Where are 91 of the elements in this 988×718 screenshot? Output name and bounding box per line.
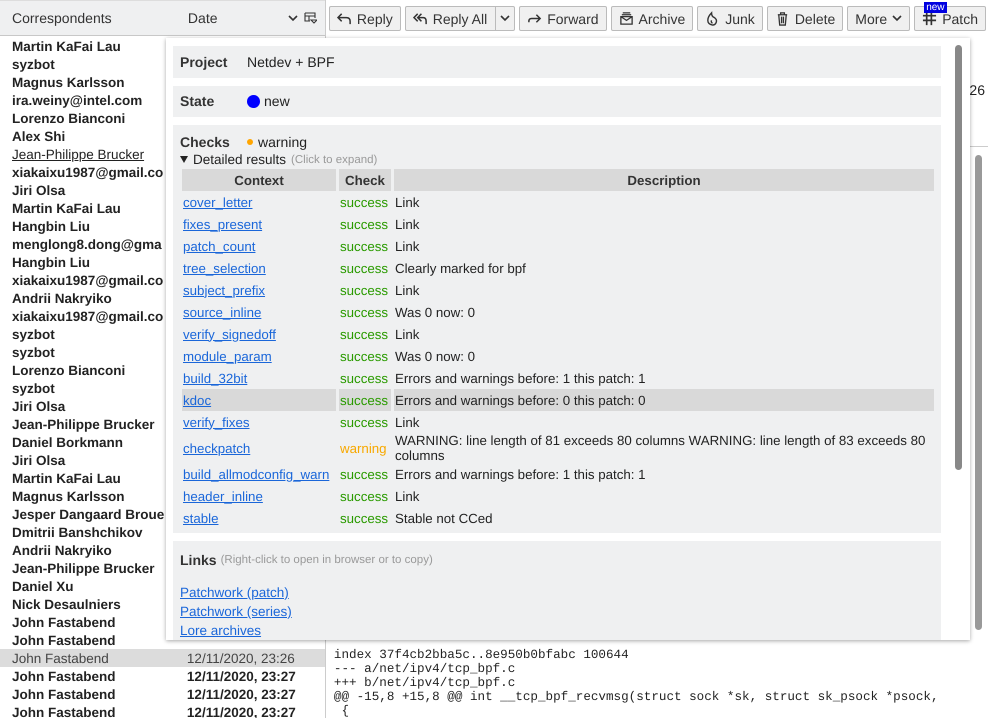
check-status: success: [340, 216, 388, 232]
chevron-down-icon: [892, 15, 902, 22]
new-badge: new: [924, 2, 947, 13]
code-line: --- a/net/ipv4/tcp_bpf.c: [334, 662, 516, 676]
check-description: WARNING: line length of 81 exceeds 80 columns WARNING: line length of 83 exceeds 80 columns: [395, 433, 926, 463]
field-value: new: [264, 93, 290, 110]
grid-icon: [922, 11, 938, 26]
check-link[interactable]: build_allmodconfig_warn: [183, 466, 330, 482]
archive-icon: [618, 11, 634, 26]
check-description: Was 0 now: 0: [395, 304, 476, 320]
check-link[interactable]: cover_letter: [183, 194, 252, 210]
check-description: Errors and warnings before: 0 this patch: 0: [395, 392, 646, 408]
check-status: success: [340, 488, 388, 504]
check-status: success: [340, 238, 388, 254]
check-link[interactable]: stable: [183, 510, 218, 526]
check-status: warning: [340, 440, 387, 456]
check-link[interactable]: subject_prefix: [183, 282, 266, 298]
field-label: Project: [180, 54, 228, 70]
check-link[interactable]: checkpatch: [183, 440, 250, 456]
message-row[interactable]: John Fastabend 12/11/2020, 23:26: [0, 649, 325, 667]
check-description: Link: [395, 216, 420, 232]
check-status: success: [340, 370, 388, 386]
reply-all-icon: [412, 11, 428, 26]
reply-button[interactable]: Reply: [328, 6, 401, 31]
column-header: Check: [339, 169, 391, 191]
check-status: success: [340, 282, 388, 298]
chevron-down-icon[interactable]: [500, 15, 510, 22]
check-link[interactable]: build_32bit: [183, 370, 248, 386]
link[interactable]: Patchwork (series): [180, 602, 292, 621]
message-row[interactable]: John Fastabend 12/11/2020, 23:27: [0, 685, 325, 703]
check-status: success: [340, 304, 388, 320]
check-description: Errors and warnings before: 1 this patch: 1: [395, 370, 646, 386]
hint-text: (Right-click to open in browser or to copy): [220, 554, 433, 566]
more-button[interactable]: More: [847, 6, 910, 31]
link[interactable]: Patchwork (patch): [180, 583, 289, 602]
check-status: success: [340, 260, 388, 276]
check-link[interactable]: verify_signedoff: [183, 326, 276, 342]
check-status: success: [340, 510, 388, 526]
code-line: @@ -15,8 +15,8 @@ int __tcp_bpf_recvmsg(struct sock *sk, struct sk_psock *psock,: [334, 690, 940, 704]
field-label: Links: [180, 552, 217, 568]
header-text: 26: [969, 82, 985, 98]
scrollbar-thumb[interactable]: [975, 155, 982, 630]
reply-icon: [336, 11, 352, 26]
archive-button[interactable]: Archive: [610, 6, 694, 31]
delete-button[interactable]: Delete: [766, 6, 844, 31]
column-picker-icon[interactable]: [304, 12, 317, 24]
check-link[interactable]: module_param: [183, 348, 272, 364]
code-line: {: [340, 704, 350, 718]
column-header: Description: [394, 169, 934, 191]
check-description: Clearly marked for bpf: [395, 260, 526, 276]
column-header[interactable]: Correspondents: [12, 10, 188, 26]
check-description: Link: [395, 282, 420, 298]
hint-text: (Click to expand): [291, 154, 378, 166]
chevron-down-icon[interactable]: [288, 14, 298, 22]
check-status: success: [340, 348, 388, 364]
check-status: success: [340, 326, 388, 342]
check-description: Link: [395, 326, 420, 342]
check-link[interactable]: source_inline: [183, 304, 262, 320]
check-status: success: [340, 466, 388, 482]
field-label: State: [180, 93, 216, 110]
check-description: Link: [395, 414, 420, 430]
column-header[interactable]: Date: [188, 10, 282, 26]
check-link[interactable]: header_inline: [183, 488, 263, 504]
check-status: success: [340, 414, 388, 430]
check-description: Stable not CCed: [395, 510, 493, 526]
check-link[interactable]: kdoc: [183, 392, 212, 408]
check-status: success: [340, 194, 388, 210]
field-value: Netdev + BPF: [247, 54, 335, 70]
reply-all-button[interactable]: Reply All: [404, 6, 516, 31]
field-value: warning: [258, 134, 308, 150]
check-link[interactable]: tree_selection: [183, 260, 266, 276]
triangle-down-icon[interactable]: [180, 156, 188, 163]
check-description: Link: [395, 194, 420, 210]
check-link[interactable]: patch_count: [183, 238, 256, 254]
scrollbar-thumb[interactable]: [955, 45, 962, 470]
field-label: Checks: [180, 134, 231, 150]
link[interactable]: Lore archives: [180, 621, 262, 640]
check-status: success: [340, 392, 388, 408]
junk-button[interactable]: Junk: [697, 6, 763, 31]
forward-button[interactable]: Forward: [519, 6, 607, 31]
code-line: +++ b/net/ipv4/tcp_bpf.c: [334, 676, 516, 690]
check-link[interactable]: fixes_present: [183, 216, 262, 232]
code-line: index 37f4cb2bba5c..8e950b0bfabc 100644: [334, 648, 630, 662]
check-description: Errors and warnings before: 1 this patch: 1: [395, 466, 646, 482]
check-description: Link: [395, 488, 420, 504]
details-toggle[interactable]: Detailed results: [193, 152, 286, 167]
check-link[interactable]: verify_fixes: [183, 414, 250, 430]
check-description: Link: [395, 238, 420, 254]
column-header: Context: [182, 169, 336, 191]
check-description: Was 0 now: 0: [395, 348, 476, 364]
message-row[interactable]: John Fastabend 12/11/2020, 23:27: [0, 667, 325, 685]
